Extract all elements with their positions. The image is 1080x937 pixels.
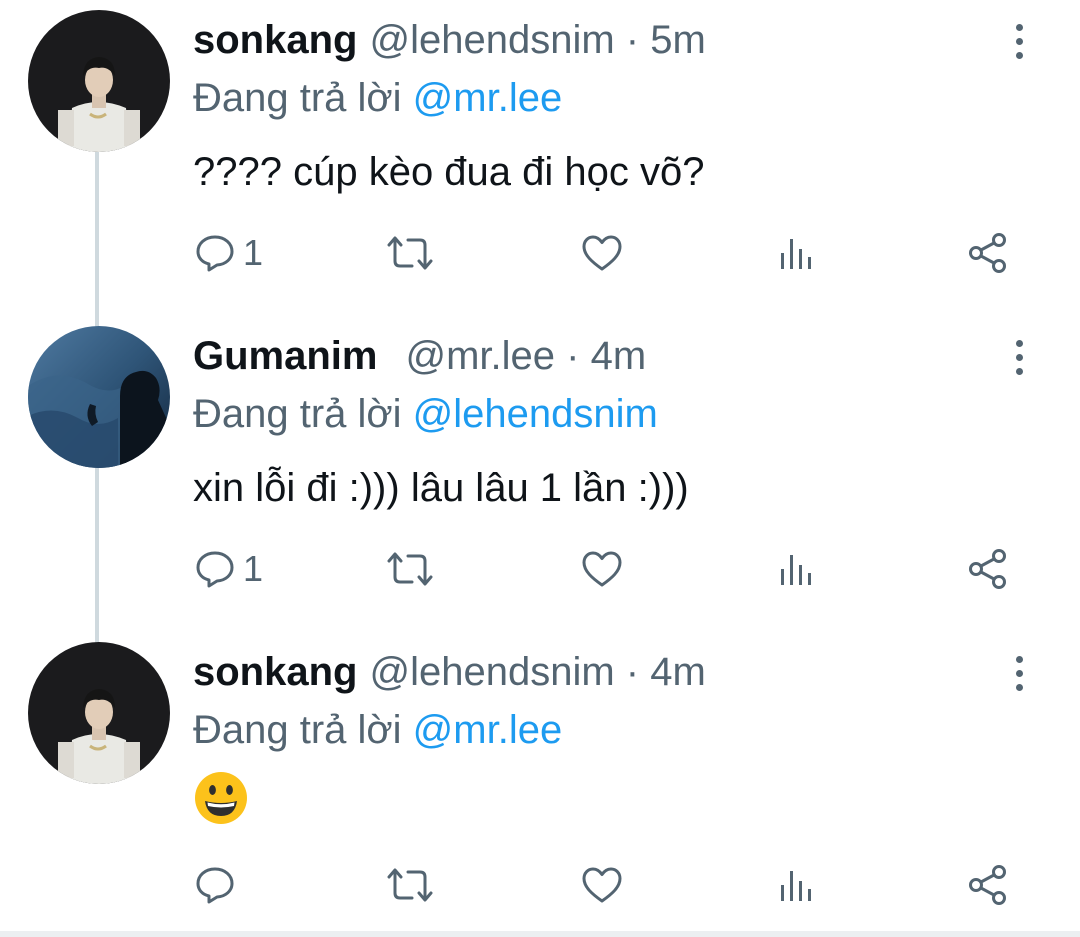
retweet-icon bbox=[387, 868, 433, 902]
reply-icon bbox=[196, 235, 234, 272]
more-icon[interactable] bbox=[1004, 654, 1034, 694]
user-handle[interactable]: @lehendsnim bbox=[369, 18, 614, 62]
divider bbox=[0, 931, 1080, 937]
tweet-text: ???? cúp kèo đua đi học võ? bbox=[193, 150, 705, 194]
retweet-icon bbox=[387, 236, 433, 270]
retweet-button[interactable] bbox=[384, 860, 436, 910]
analytics-icon bbox=[781, 239, 811, 269]
tweet-actions: 1 bbox=[0, 220, 1080, 290]
reply-count: 1 bbox=[243, 548, 264, 589]
like-icon bbox=[582, 551, 622, 587]
like-button[interactable] bbox=[580, 544, 624, 594]
analytics-button[interactable] bbox=[776, 860, 820, 910]
retweet-button[interactable] bbox=[384, 228, 436, 278]
separator-dot: · bbox=[566, 334, 580, 378]
share-icon bbox=[969, 549, 1006, 589]
analytics-icon bbox=[781, 871, 811, 901]
timestamp[interactable]: 4m bbox=[650, 650, 706, 694]
avatar[interactable] bbox=[28, 326, 170, 468]
reply-icon bbox=[196, 867, 234, 904]
reply-button[interactable] bbox=[193, 860, 243, 910]
tweet-actions bbox=[0, 852, 1080, 922]
replying-to-label: Đang trả lời bbox=[193, 76, 402, 120]
share-icon bbox=[969, 865, 1006, 905]
tweet-actions: 1 bbox=[0, 536, 1080, 606]
tweet-header: sonkang @lehendsnim · 4m bbox=[193, 646, 706, 698]
like-button[interactable] bbox=[580, 860, 624, 910]
avatar[interactable] bbox=[28, 10, 170, 152]
tweet[interactable]: Gumanim @mr.lee · 4m Đang trả lời @lehend… bbox=[0, 316, 1080, 632]
like-icon bbox=[582, 235, 622, 271]
replying-to-label: Đang trả lời bbox=[193, 708, 402, 752]
user-handle[interactable]: @mr.lee bbox=[405, 334, 555, 378]
mention-link[interactable]: @mr.lee bbox=[413, 76, 563, 120]
avatar[interactable] bbox=[28, 642, 170, 784]
replying-to: Đang trả lời @lehendsnim bbox=[193, 388, 658, 440]
analytics-icon bbox=[781, 555, 811, 585]
avatar-image bbox=[28, 326, 170, 468]
user-handle[interactable]: @lehendsnim bbox=[369, 650, 614, 694]
retweet-icon bbox=[387, 552, 433, 586]
share-button[interactable] bbox=[966, 860, 1010, 910]
separator-dot: · bbox=[625, 650, 640, 694]
retweet-button[interactable] bbox=[384, 544, 436, 594]
share-icon bbox=[969, 233, 1006, 273]
mention-link[interactable]: @lehendsnim bbox=[413, 392, 658, 436]
display-name[interactable]: sonkang bbox=[193, 18, 357, 62]
avatar-image bbox=[28, 10, 170, 152]
grinning-face-emoji bbox=[195, 772, 247, 824]
timestamp[interactable]: 5m bbox=[650, 18, 706, 62]
display-name[interactable]: sonkang bbox=[193, 650, 357, 694]
more-icon[interactable] bbox=[1004, 22, 1034, 62]
tweet[interactable]: sonkang @lehendsnim · 5m Đang trả lời @mr… bbox=[0, 0, 1080, 316]
timestamp[interactable]: 4m bbox=[591, 334, 647, 378]
analytics-button[interactable] bbox=[776, 228, 820, 278]
mention-link[interactable]: @mr.lee bbox=[413, 708, 563, 752]
share-button[interactable] bbox=[966, 544, 1010, 594]
analytics-button[interactable] bbox=[776, 544, 820, 594]
reply-button[interactable]: 1 bbox=[193, 544, 263, 594]
replying-to: Đang trả lời @mr.lee bbox=[193, 72, 562, 124]
like-icon bbox=[582, 867, 622, 903]
replying-to: Đang trả lời @mr.lee bbox=[193, 704, 562, 756]
display-name[interactable]: Gumanim bbox=[193, 334, 377, 378]
reply-icon bbox=[196, 551, 234, 588]
avatar-image bbox=[28, 642, 170, 784]
replying-to-label: Đang trả lời bbox=[193, 392, 402, 436]
tweet-header: sonkang @lehendsnim · 5m bbox=[193, 14, 706, 66]
tweet-thread: sonkang @lehendsnim · 5m Đang trả lời @mr… bbox=[0, 0, 1080, 937]
tweet-text: xin lỗi đi :))) lâu lâu 1 lần :))) bbox=[193, 466, 689, 510]
reply-button[interactable]: 1 bbox=[193, 228, 263, 278]
reply-count: 1 bbox=[243, 232, 264, 273]
tweet-header: Gumanim @mr.lee · 4m bbox=[193, 330, 646, 382]
like-button[interactable] bbox=[580, 228, 624, 278]
more-icon[interactable] bbox=[1004, 338, 1034, 378]
tweet[interactable]: sonkang @lehendsnim · 4m Đang trả lời @mr… bbox=[0, 632, 1080, 937]
share-button[interactable] bbox=[966, 228, 1010, 278]
separator-dot: · bbox=[625, 18, 640, 62]
